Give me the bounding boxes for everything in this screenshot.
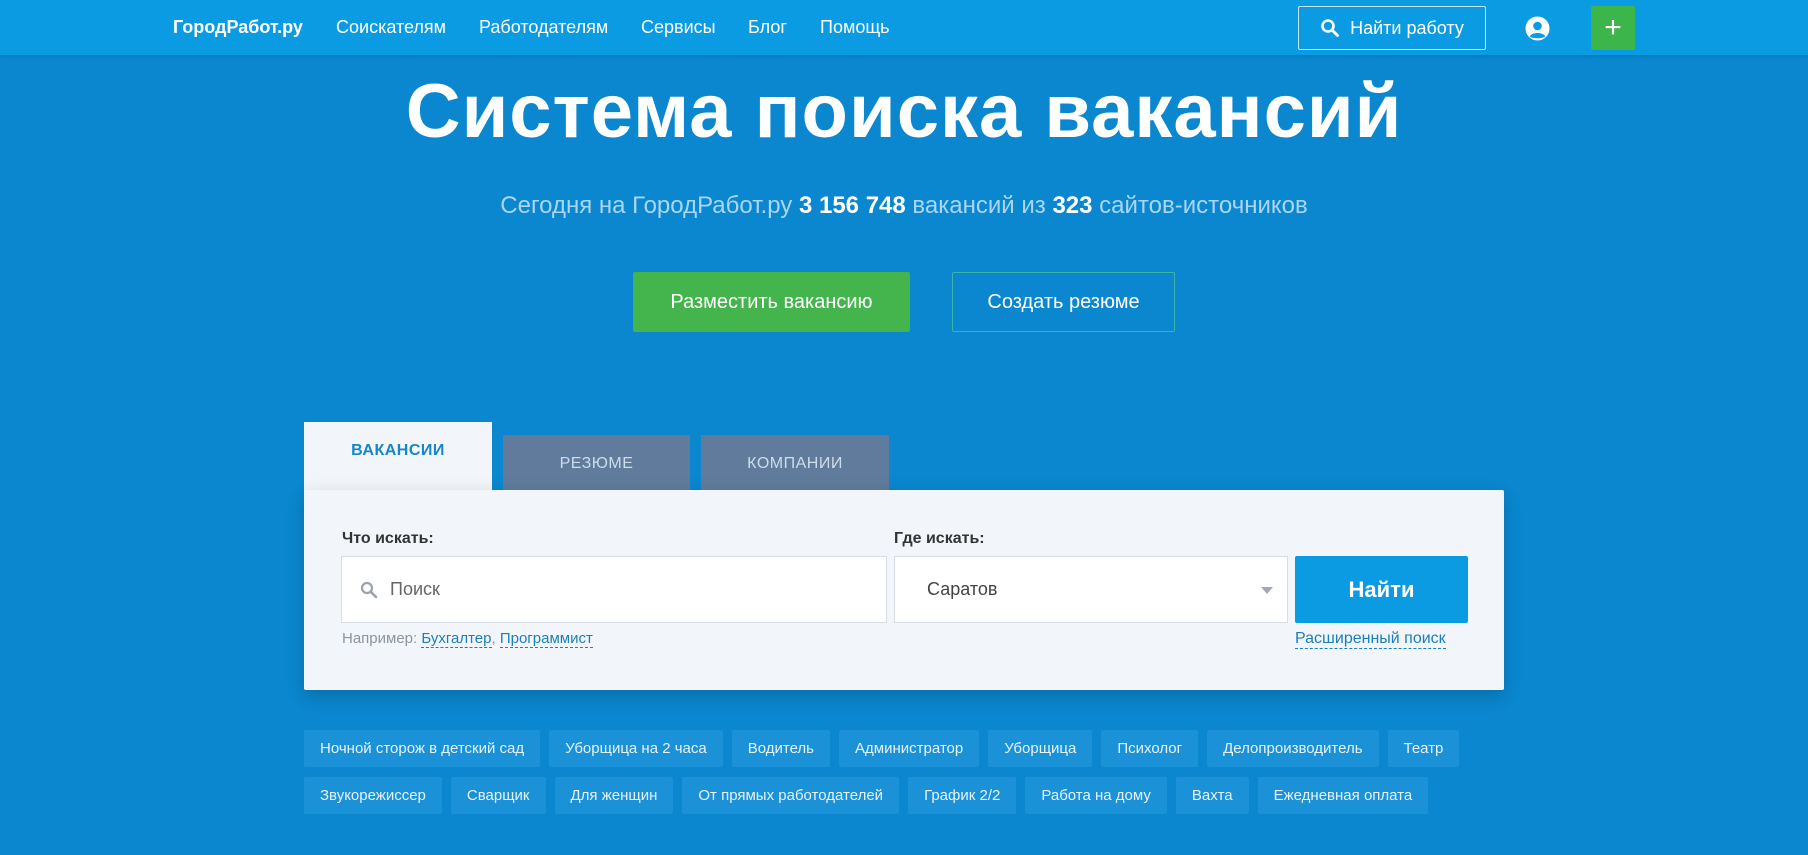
tab-vacancies[interactable]: ВАКАНСИИ — [304, 422, 492, 492]
example-link-programmer[interactable]: Программист — [499, 630, 593, 648]
example-link-accountant[interactable]: Бухгалтер — [421, 630, 492, 648]
subtitle-suffix: сайтов-источников — [1099, 192, 1308, 219]
add-button[interactable]: + — [1591, 6, 1635, 50]
what-label: Что искать: — [342, 530, 434, 547]
tag-item[interactable]: Уборщица на 2 часа — [549, 730, 723, 767]
tag-item[interactable]: Администратор — [839, 730, 980, 767]
source-count: 323 — [1052, 192, 1093, 219]
search-submit-button[interactable]: Найти — [1295, 556, 1468, 623]
city-select[interactable]: Саратов — [894, 556, 1288, 623]
subtitle-mid: вакансий из — [912, 192, 1046, 219]
tag-item[interactable]: От прямых работодателей — [682, 777, 900, 814]
chevron-down-icon — [1261, 587, 1273, 594]
search-card: Что искать: Где искать: Саратов Найти На… — [304, 490, 1504, 690]
where-label: Где искать: — [894, 530, 985, 547]
tag-item[interactable]: Ночной сторож в детский сад — [304, 730, 541, 767]
site-logo[interactable]: ГородРабот.ру — [173, 17, 303, 38]
tab-companies[interactable]: КОМПАНИИ — [701, 435, 889, 492]
tag-item[interactable]: Звукорежиссер — [304, 777, 442, 814]
page-title: Система поиска вакансий — [405, 69, 1403, 154]
nav-item-services[interactable]: Сервисы — [641, 17, 716, 38]
nav-item-help[interactable]: Помощь — [820, 17, 890, 38]
subtitle-prefix: Сегодня на ГородРабот.ру — [500, 192, 793, 219]
city-value: Саратов — [927, 579, 998, 599]
tag-item[interactable]: Для женщин — [554, 777, 674, 814]
tag-item[interactable]: Водитель — [731, 730, 830, 767]
post-vacancy-button[interactable]: Разместить вакансию — [633, 272, 910, 332]
find-job-label: Найти работу — [1350, 17, 1464, 38]
advanced-search-link[interactable]: Расширенный поиск — [1295, 630, 1446, 649]
tag-item[interactable]: Делопроизводитель — [1207, 730, 1379, 767]
popular-tags-row-1: Ночной сторож в детский сад Уборщица на … — [304, 730, 1460, 767]
hero-subtitle: Сегодня на ГородРабот.ру 3 156 748 вакан… — [0, 192, 1808, 220]
find-job-button[interactable]: Найти работу — [1298, 6, 1486, 50]
search-icon — [1321, 19, 1340, 37]
create-resume-button[interactable]: Создать резюме — [952, 272, 1175, 332]
tag-item[interactable]: Театр — [1387, 730, 1460, 767]
search-input-container[interactable] — [341, 556, 887, 623]
tag-item[interactable]: Сварщик — [450, 777, 546, 814]
nav-item-blog[interactable]: Блог — [748, 17, 787, 38]
nav-item-job-seekers[interactable]: Соискателям — [336, 17, 446, 38]
search-examples: Например: Бухгалтер, Программист — [342, 630, 593, 648]
user-account-icon[interactable] — [1525, 16, 1550, 41]
top-navigation-bar: ГородРабот.ру Соискателям Работодателям … — [0, 0, 1808, 55]
popular-tags-row-2: Звукорежиссер Сварщик Для женщин От прям… — [304, 777, 1429, 814]
tag-item[interactable]: Работа на дому — [1025, 777, 1167, 814]
tag-item[interactable]: Вахта — [1175, 777, 1249, 814]
tab-resumes[interactable]: РЕЗЮМЕ — [503, 435, 690, 492]
search-icon — [360, 581, 378, 598]
tag-item[interactable]: График 2/2 — [908, 777, 1017, 814]
search-input[interactable] — [390, 579, 870, 600]
examples-prefix: Например: — [342, 630, 418, 647]
tag-item[interactable]: Ежедневная оплата — [1257, 777, 1429, 814]
nav-item-employers[interactable]: Работодателям — [479, 17, 608, 38]
tag-item[interactable]: Психолог — [1101, 730, 1199, 767]
plus-icon: + — [1604, 11, 1622, 44]
vacancy-count: 3 156 748 — [798, 192, 906, 219]
tag-item[interactable]: Уборщица — [988, 730, 1093, 767]
